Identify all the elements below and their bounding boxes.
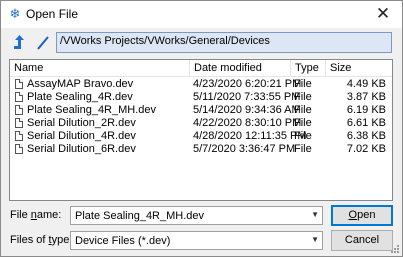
open-file-dialog: ❄ Open File ✕ /VWorks Projects/VWorks/Ge… [0, 0, 403, 257]
file-row[interactable]: AssayMAP Bravo.dev 4/23/2020 6:20:21 PM … [10, 78, 392, 91]
file-row[interactable]: Plate Sealing_4R_MH.dev 5/14/2020 9:34:3… [10, 104, 392, 117]
file-name: Serial Dilution_4R.dev [27, 130, 136, 142]
file-size: 6.19 KB [346, 104, 386, 116]
list-header: Name Date modified Type Size [10, 60, 392, 77]
file-name: Plate Sealing_4R.dev [27, 91, 133, 103]
up-folder-button[interactable] [10, 34, 30, 52]
file-row[interactable]: Serial Dilution_4R.dev 4/28/2020 12:11:3… [10, 130, 392, 143]
file-name-label: File name: [10, 209, 62, 221]
file-size: 4.49 KB [346, 78, 386, 90]
file-type-label: Files of type: [10, 234, 73, 246]
file-type: File [294, 130, 312, 142]
file-type: File [294, 143, 312, 155]
file-type-combobox[interactable]: Device Files (*.dev) ▼ [70, 231, 323, 250]
file-icon [15, 105, 23, 115]
file-name-combobox[interactable]: Plate Sealing_4R_MH.dev ▼ [70, 206, 323, 225]
file-size: 7.02 KB [346, 143, 386, 155]
file-icon [15, 131, 23, 141]
title-bar: ❄ Open File ✕ [1, 1, 402, 28]
file-date: 4/22/2020 8:30:10 PM [193, 117, 302, 129]
file-icon [15, 144, 23, 154]
file-date: 4/28/2020 12:11:35 PM [193, 130, 307, 142]
file-icon [15, 92, 23, 102]
snowflake-icon: ❄ [9, 6, 21, 21]
slash-icon [37, 36, 49, 50]
chevron-down-icon[interactable]: ▼ [311, 210, 319, 219]
path-input[interactable]: /VWorks Projects/VWorks/General/Devices [56, 32, 392, 53]
column-header-type[interactable]: Type [291, 60, 326, 76]
file-name-value: Plate Sealing_4R_MH.dev [75, 210, 205, 222]
column-header-name[interactable]: Name [10, 60, 190, 76]
file-date: 4/23/2020 6:20:21 PM [193, 78, 302, 90]
file-icon [15, 79, 23, 89]
open-button[interactable]: Open [331, 205, 393, 226]
root-folder-button[interactable] [34, 34, 52, 52]
file-type-value: Device Files (*.dev) [75, 235, 171, 247]
column-header-date[interactable]: Date modified [190, 60, 291, 76]
file-type: File [294, 104, 312, 116]
resize-grip-icon[interactable] [390, 244, 400, 254]
file-name: Serial Dilution_2R.dev [27, 117, 136, 129]
file-size: 6.38 KB [346, 130, 386, 142]
up-arrow-icon [14, 35, 24, 49]
window-title: Open File [26, 7, 79, 21]
file-type: File [294, 117, 312, 129]
file-list[interactable]: Name Date modified Type Size AssayMAP Br… [9, 59, 393, 201]
close-button[interactable]: ✕ [372, 4, 394, 24]
file-date: 5/14/2020 9:34:36 AM [193, 104, 301, 116]
file-name: Plate Sealing_4R_MH.dev [27, 104, 157, 116]
chevron-down-icon[interactable]: ▼ [311, 235, 319, 244]
file-type: File [294, 91, 312, 103]
file-row[interactable]: Serial Dilution_6R.dev 5/7/2020 3:36:47 … [10, 143, 392, 156]
path-bar: /VWorks Projects/VWorks/General/Devices [1, 28, 402, 56]
file-name: AssayMAP Bravo.dev [27, 78, 134, 90]
cancel-button[interactable]: Cancel [331, 230, 393, 251]
file-name: Serial Dilution_6R.dev [27, 143, 136, 155]
file-icon [15, 118, 23, 128]
column-header-size[interactable]: Size [326, 60, 392, 76]
file-date: 5/7/2020 3:36:47 PM [193, 143, 296, 155]
file-row[interactable]: Serial Dilution_2R.dev 4/22/2020 8:30:10… [10, 117, 392, 130]
path-text: /VWorks Projects/VWorks/General/Devices [60, 35, 270, 47]
file-date: 5/11/2020 7:33:55 PM [193, 91, 301, 103]
file-type: File [294, 78, 312, 90]
file-size: 6.61 KB [346, 117, 386, 129]
file-row[interactable]: Plate Sealing_4R.dev 5/11/2020 7:33:55 P… [10, 91, 392, 104]
file-size: 3.87 KB [346, 91, 386, 103]
